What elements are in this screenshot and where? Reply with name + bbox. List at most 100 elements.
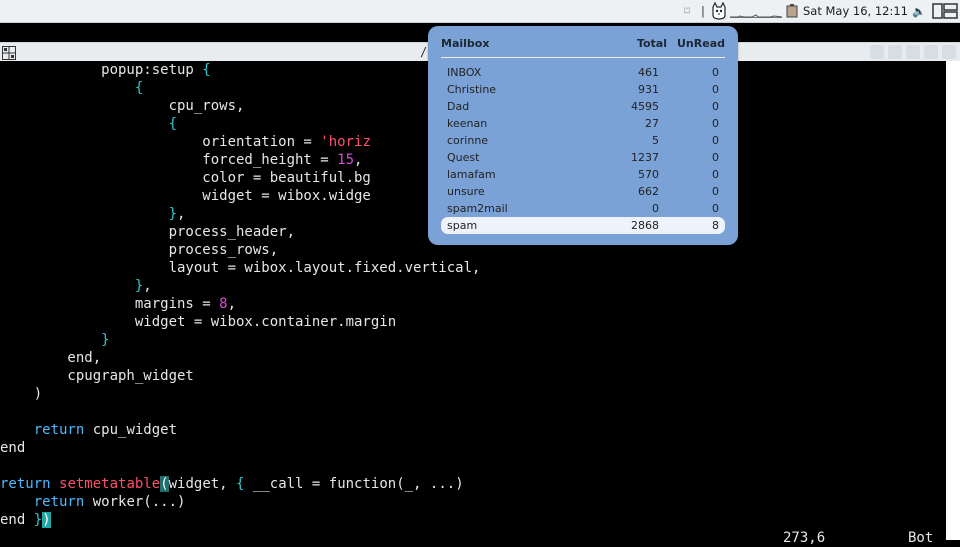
mailbox-unread: 0 — [712, 151, 719, 164]
code-token: widget, — [168, 476, 237, 492]
window-title: / — [420, 45, 428, 59]
mailbox-row[interactable]: Christine 931 0 — [441, 81, 725, 98]
window-layout-icon[interactable] — [2, 45, 16, 60]
code-line: end }) — [0, 511, 51, 529]
code-line: cpugraph_widget — [0, 367, 193, 385]
code-token: process_header, — [0, 224, 296, 240]
code-line: widget = wibox.container.margin — [0, 313, 396, 331]
code-token: orientation = — [0, 134, 321, 150]
code-token: ( — [160, 476, 169, 492]
minimize-button[interactable] — [870, 45, 884, 59]
mailbox-name: keenan — [447, 117, 488, 130]
code-line: process_header, — [0, 223, 295, 241]
code-token: , — [227, 296, 237, 312]
mailbox-name: Quest — [447, 151, 480, 164]
code-line: }, — [0, 205, 186, 223]
code-token: ) — [0, 386, 43, 402]
code-token: 15 — [337, 152, 355, 168]
volume-icon[interactable]: 🔈 — [912, 5, 926, 18]
mailbox-row[interactable]: Quest 1237 0 — [441, 149, 725, 166]
mailbox-total: 0 — [652, 202, 659, 215]
mailbox-list: INBOX 461 0 Christine 931 0 Dad 4595 0 keenan 27 0 c… — [441, 64, 725, 234]
top-panel: ⌑ | Sat May 16, 12:11 🔈 — [0, 0, 960, 23]
code-line: layout = wibox.layout.fixed.vertical, — [0, 259, 481, 277]
code-line: end — [0, 439, 25, 457]
code-token: 'horiz — [320, 134, 371, 150]
tag-icon[interactable]: ⌑ — [678, 0, 696, 22]
layout-icon[interactable] — [932, 2, 958, 20]
cat-icon[interactable] — [710, 1, 728, 21]
code-token: end — [0, 512, 34, 528]
floating-button[interactable] — [924, 45, 938, 59]
code-line: orientation = 'horiz — [0, 133, 371, 151]
mailbox-name: INBOX — [447, 66, 482, 79]
code-token: __call = function(_, ...) — [244, 476, 464, 492]
code-token: process_rows, — [0, 242, 279, 258]
mailbox-row[interactable]: unsure 662 0 — [441, 183, 725, 200]
code-token: } — [33, 512, 43, 528]
code-line: popup:setup { — [0, 61, 211, 79]
code-token: cpu_widget — [84, 422, 178, 438]
code-line: return setmetatable(widget, { __call = f… — [0, 475, 464, 493]
code-token: { — [134, 80, 144, 96]
code-line: end, — [0, 349, 101, 367]
mailbox-total: 461 — [638, 66, 659, 79]
code-token: widget = wibox.container.margin — [0, 314, 397, 330]
mailbox-row[interactable]: spam2mail 0 0 — [441, 200, 725, 217]
mailbox-row[interactable]: keenan 27 0 — [441, 115, 725, 132]
cpu-graph — [729, 4, 782, 18]
mailbox-total: 662 — [638, 185, 659, 198]
code-token: cpu_rows, — [0, 98, 245, 114]
mailbox-unread: 0 — [712, 83, 719, 96]
code-token: worker(...) — [84, 494, 186, 510]
mailbox-row[interactable]: spam 2868 8 — [441, 217, 725, 234]
mailbox-name: Dad — [447, 100, 470, 113]
mailbox-row[interactable]: Dad 4595 0 — [441, 98, 725, 115]
text-cursor: ) — [42, 512, 51, 528]
scrollbar[interactable] — [946, 61, 960, 540]
maximize-button[interactable] — [888, 45, 902, 59]
code-line: } — [0, 331, 109, 349]
battery-icon[interactable] — [786, 4, 798, 18]
mailbox-row[interactable]: INBOX 461 0 — [441, 64, 725, 81]
mailbox-unread: 0 — [712, 185, 719, 198]
cursor-position: 273,6 — [783, 530, 826, 546]
code-token: end, — [0, 350, 102, 366]
tray-separator: | — [701, 4, 705, 18]
column-header-unread: UnRead — [677, 37, 725, 50]
mailbox-total: 2868 — [631, 219, 659, 232]
code-line: { — [0, 79, 143, 97]
mailbox-total: 4595 — [631, 100, 659, 113]
mailbox-total: 570 — [638, 168, 659, 181]
close-button[interactable] — [942, 45, 956, 59]
mailbox-name: spam — [447, 219, 478, 232]
mailbox-row[interactable]: corinne 5 0 — [441, 132, 725, 149]
code-token: return — [0, 476, 51, 492]
code-line: margins = 8, — [0, 295, 236, 313]
column-header-total: Total — [636, 37, 667, 50]
mailbox-unread: 0 — [712, 202, 719, 215]
sticky-button[interactable] — [906, 45, 920, 59]
code-line: process_rows, — [0, 241, 279, 259]
mailbox-header: Mailbox Total UnRead — [441, 37, 725, 58]
code-token: , — [177, 206, 186, 222]
mailbox-row[interactable]: lamafam 570 0 — [441, 166, 725, 183]
clock[interactable]: Sat May 16, 12:11 — [803, 4, 912, 18]
code-token: { — [202, 62, 211, 78]
window-buttons — [870, 45, 956, 59]
code-line: }, — [0, 277, 152, 295]
mailbox-unread: 0 — [712, 168, 719, 181]
code-line: return cpu_widget — [0, 421, 177, 439]
code-token: 8 — [219, 296, 228, 312]
mailbox-unread: 8 — [712, 219, 719, 232]
mailbox-total: 5 — [652, 134, 659, 147]
code-token: } — [168, 206, 178, 222]
code-token: margins = — [0, 296, 220, 312]
